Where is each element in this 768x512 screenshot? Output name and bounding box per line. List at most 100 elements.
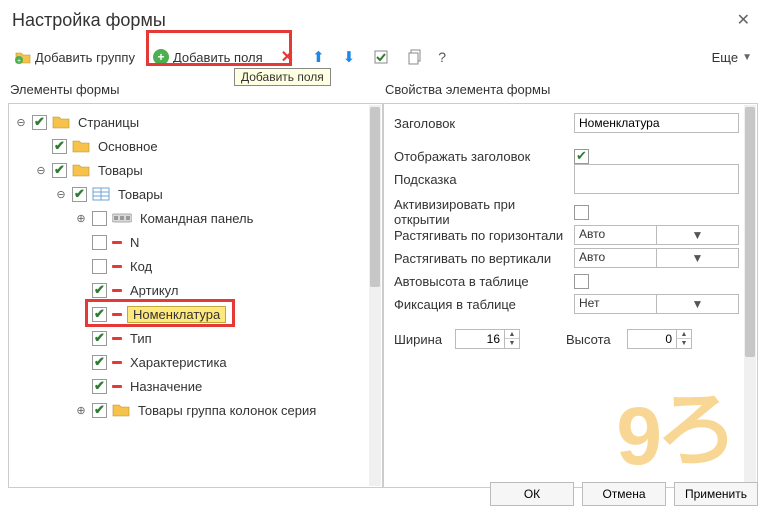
- spin-down-icon[interactable]: ▼: [677, 339, 691, 348]
- field-dash-icon: [112, 385, 122, 388]
- tree-checkbox[interactable]: [92, 355, 107, 370]
- expander-icon[interactable]: ⊖: [35, 164, 47, 176]
- tree-item[interactable]: ⊕Командная панель: [13, 206, 378, 230]
- tree-item[interactable]: Характеристика: [13, 350, 378, 374]
- apply-button[interactable]: Применить: [674, 482, 758, 506]
- scrollbar-vertical[interactable]: [744, 105, 756, 486]
- tree-item-label: Основное: [95, 138, 161, 155]
- activate-label: Активизировать при открытии: [394, 197, 574, 227]
- expander-icon[interactable]: ⊖: [15, 116, 27, 128]
- fix-value: Нет: [575, 295, 656, 313]
- tree-item[interactable]: Основное: [13, 134, 378, 158]
- apply-settings-button[interactable]: [366, 44, 396, 70]
- tree-checkbox[interactable]: [92, 211, 107, 226]
- tree-checkbox[interactable]: [52, 163, 67, 178]
- expander-icon[interactable]: [75, 332, 87, 344]
- expander-icon[interactable]: [75, 308, 87, 320]
- tree-checkbox[interactable]: [92, 307, 107, 322]
- expander-icon[interactable]: [75, 284, 87, 296]
- tree-checkbox[interactable]: [72, 187, 87, 202]
- help-button[interactable]: ?: [434, 49, 450, 65]
- tree-checkbox[interactable]: [32, 115, 47, 130]
- left-panel: ⊖ Страницы Основное ⊖ Товары ⊖ Товары ⊕Командна…: [8, 103, 383, 488]
- expander-icon[interactable]: [75, 356, 87, 368]
- tree-checkbox[interactable]: [92, 379, 107, 394]
- tree-item[interactable]: ⊕Товары группа колонок серия: [13, 398, 378, 422]
- stretch-h-select[interactable]: Авто ▼: [574, 225, 739, 245]
- tree-item[interactable]: ⊖ Страницы: [13, 110, 378, 134]
- expander-icon[interactable]: [75, 236, 87, 248]
- hint-input[interactable]: [574, 164, 739, 194]
- tree-checkbox[interactable]: [92, 283, 107, 298]
- add-fields-label: Добавить поля: [173, 50, 263, 65]
- arrow-up-icon: ⬆: [312, 48, 325, 66]
- tree-checkbox[interactable]: [52, 139, 67, 154]
- tree-checkbox[interactable]: [92, 403, 107, 418]
- spin-down-icon[interactable]: ▼: [505, 339, 519, 348]
- add-group-button[interactable]: + Добавить группу: [8, 45, 142, 70]
- field-dash-icon: [112, 241, 122, 244]
- spin-up-icon[interactable]: ▲: [677, 330, 691, 339]
- plus-circle-icon: +: [153, 49, 169, 65]
- folder-icon: [52, 114, 70, 130]
- command-panel-icon: [112, 212, 132, 224]
- header-input[interactable]: [574, 113, 739, 133]
- tree-item[interactable]: Тип: [13, 326, 378, 350]
- move-down-button[interactable]: ⬇: [336, 43, 363, 71]
- close-icon[interactable]: ✕: [731, 8, 756, 32]
- more-button[interactable]: Еще ▼: [704, 46, 760, 69]
- hint-label: Подсказка: [394, 172, 574, 187]
- tree-item-label: Товары: [95, 162, 146, 179]
- dialog-buttons: ОК Отмена Применить: [490, 482, 758, 506]
- height-spinner[interactable]: ▲▼: [627, 329, 692, 349]
- add-fields-button[interactable]: + Добавить поля: [146, 44, 270, 70]
- tree-item-label: Номенклатура: [127, 306, 226, 323]
- tree-item-label: Назначение: [127, 378, 205, 395]
- height-input[interactable]: [628, 330, 676, 348]
- scroll-thumb[interactable]: [370, 107, 380, 287]
- right-panel-title: Свойства элемента формы: [383, 78, 758, 103]
- tree-checkbox[interactable]: [92, 259, 107, 274]
- stretch-v-label: Растягивать по вертикали: [394, 251, 574, 266]
- expander-icon[interactable]: [35, 140, 47, 152]
- tree-item[interactable]: ⊖ Товары: [13, 158, 378, 182]
- width-spinner[interactable]: ▲▼: [455, 329, 520, 349]
- copies-button[interactable]: [400, 44, 430, 70]
- form-elements-tree[interactable]: ⊖ Страницы Основное ⊖ Товары ⊖ Товары ⊕Командна…: [9, 104, 382, 487]
- clipboard-check-icon: [373, 49, 389, 65]
- activate-checkbox[interactable]: [574, 205, 589, 220]
- expander-icon[interactable]: [75, 260, 87, 272]
- tree-item[interactable]: N: [13, 230, 378, 254]
- expander-icon[interactable]: ⊕: [75, 404, 87, 416]
- tree-item[interactable]: Код: [13, 254, 378, 278]
- width-input[interactable]: [456, 330, 504, 348]
- tree-item[interactable]: Номенклатура: [13, 302, 378, 326]
- fix-select[interactable]: Нет ▼: [574, 294, 739, 314]
- tree-item[interactable]: Назначение: [13, 374, 378, 398]
- height-label: Высота: [566, 332, 621, 347]
- cancel-button[interactable]: Отмена: [582, 482, 666, 506]
- move-up-button[interactable]: ⬆: [305, 43, 332, 71]
- expander-icon[interactable]: ⊕: [75, 212, 87, 224]
- spin-up-icon[interactable]: ▲: [505, 330, 519, 339]
- tree-item[interactable]: Артикул: [13, 278, 378, 302]
- tree-item[interactable]: ⊖ Товары: [13, 182, 378, 206]
- autoheight-checkbox[interactable]: [574, 274, 589, 289]
- stretch-v-select[interactable]: Авто ▼: [574, 248, 739, 268]
- field-dash-icon: [112, 313, 122, 316]
- ok-button[interactable]: ОК: [490, 482, 574, 506]
- svg-text:+: +: [17, 58, 21, 64]
- folder-icon: [72, 162, 90, 178]
- expander-icon[interactable]: [75, 380, 87, 392]
- tree-item-label: Товары: [115, 186, 166, 203]
- scroll-thumb[interactable]: [745, 107, 755, 357]
- tree-checkbox[interactable]: [92, 331, 107, 346]
- show-header-checkbox[interactable]: [574, 149, 589, 164]
- field-dash-icon: [112, 265, 122, 268]
- scrollbar-vertical[interactable]: [369, 105, 381, 486]
- expander-icon[interactable]: ⊖: [55, 188, 67, 200]
- delete-x-icon: ✕: [281, 47, 294, 67]
- autoheight-label: Автовысота в таблице: [394, 274, 574, 289]
- tree-checkbox[interactable]: [92, 235, 107, 250]
- tree-item-label: Страницы: [75, 114, 142, 131]
